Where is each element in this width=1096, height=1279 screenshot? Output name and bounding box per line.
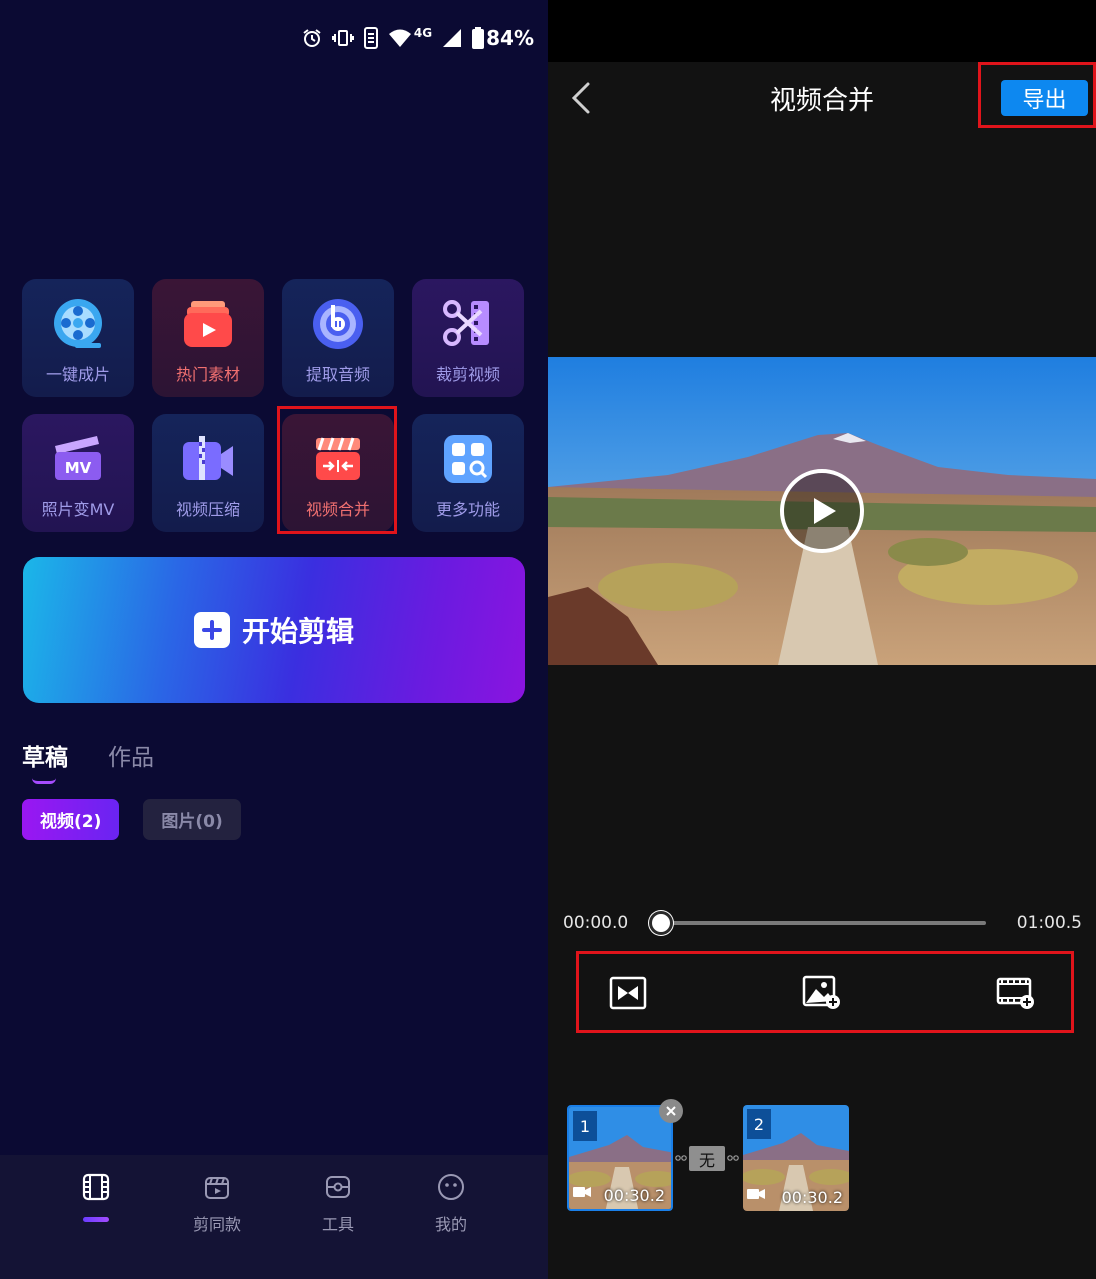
clip-index: 1 [573,1111,597,1141]
cut-video-icon [439,295,497,353]
add-image-button[interactable] [802,973,842,1013]
start-edit-button[interactable]: 开始剪辑 [23,557,525,703]
data-saver-icon [363,27,378,49]
close-icon [666,1106,676,1116]
tile-label: 视频压缩 [175,500,240,519]
plus-icon [193,612,230,648]
extract-audio-icon [309,295,367,353]
tab-drafts[interactable]: 草稿 [22,738,68,784]
nav-home[interactable] [36,1173,156,1203]
tile-label: 热门素材 [175,365,240,384]
tab-indicator [32,778,56,784]
tile-label: 裁剪视频 [435,365,500,384]
draft-tabs: 草稿 作品 [22,738,154,784]
transition-button[interactable] [608,973,648,1013]
battery-level: 84% [486,26,534,50]
nav-mine-label: 我的 [434,1215,467,1234]
play-icon [814,498,836,524]
toolbox-icon [278,1173,398,1203]
video-preview[interactable] [548,357,1096,665]
nav-tools-label: 工具 [321,1215,354,1234]
tile-label: 照片变MV [41,500,115,519]
chip-video[interactable]: 视频(2) [22,799,120,840]
film-strip-icon [36,1173,156,1203]
tab-drafts-label: 草稿 [22,745,68,771]
merge-tile-highlight [277,406,397,534]
timeline-slider-thumb[interactable] [649,911,673,935]
tile-extract-audio[interactable]: 提取音频 [282,279,394,397]
clip-duration: 00:30.2 [781,1188,843,1207]
vibrate-icon [331,29,354,47]
wifi-icon [388,28,412,48]
clapper-icon [157,1173,277,1203]
current-time: 00:00.0 [563,913,629,933]
play-button[interactable] [780,469,864,553]
tile-compress-video[interactable]: 视频压缩 [152,414,264,532]
alarm-icon [302,28,322,48]
signal-icon [442,28,462,48]
tile-cut-video[interactable]: 裁剪视频 [412,279,524,397]
video-camera-icon [747,1185,765,1204]
add-clip-icon [996,977,1034,1009]
nav-templates-label: 剪同款 [192,1215,241,1234]
hot-material-icon [179,295,237,353]
status-bar-area [548,0,1096,62]
clip-thumbnail-1[interactable]: 1 00:30.2 [567,1105,673,1211]
total-time: 01:00.5 [1016,913,1082,933]
bottom-nav: 剪同款 工具 我的 [0,1155,548,1279]
tile-label: 提取音频 [305,365,370,384]
start-edit-label: 开始剪辑 [241,615,354,648]
transition-none-button[interactable]: 无 [689,1146,725,1171]
more-functions-icon [439,430,497,488]
add-image-icon [802,975,840,1009]
merge-screen: 视频合并 导出 00:00.0 01:00.5 1 00:30.2 无 2 00… [548,0,1096,1279]
nav-mine[interactable]: 我的 [391,1173,511,1235]
tile-label: 更多功能 [435,500,500,519]
tile-more-functions[interactable]: 更多功能 [412,414,524,532]
video-camera-icon [573,1183,591,1202]
profile-face-icon [391,1173,511,1203]
delete-clip-button[interactable] [659,1099,683,1123]
chain-link-icon [727,1155,739,1161]
clip-duration: 00:30.2 [603,1186,665,1205]
tab-works[interactable]: 作品 [108,738,154,772]
tile-photo-mv[interactable]: MV 照片变MV [22,414,134,532]
add-clip-button[interactable] [996,973,1036,1013]
home-screen: 4G 84% 一键成片 热门素材 提取音频 裁剪视频 MV 照片变MV 视频压缩… [0,0,548,1279]
tile-label: 一键成片 [45,365,110,384]
transition-icon [609,976,647,1010]
tile-hot-material[interactable]: 热门素材 [152,279,264,397]
compress-video-icon [179,430,237,488]
export-highlight [978,62,1096,128]
chain-link-icon [675,1155,687,1161]
film-reel-icon [49,295,107,353]
clip-thumbnail-2[interactable]: 2 00:30.2 [743,1105,849,1211]
clip-index: 2 [747,1109,771,1139]
nav-templates[interactable]: 剪同款 [157,1173,277,1235]
battery-icon [472,27,485,49]
nav-active-indicator [83,1217,109,1222]
tile-one-click-film[interactable]: 一键成片 [22,279,134,397]
status-bar: 4G 84% [302,20,534,56]
filter-chips: 视频(2) 图片(0) [22,799,241,840]
network-type: 4G [413,26,433,40]
photo-mv-icon: MV [49,430,107,488]
chip-image[interactable]: 图片(0) [143,799,241,840]
timeline-slider-track[interactable] [661,921,986,925]
svg-text:MV: MV [65,459,92,477]
nav-tools[interactable]: 工具 [278,1173,398,1235]
